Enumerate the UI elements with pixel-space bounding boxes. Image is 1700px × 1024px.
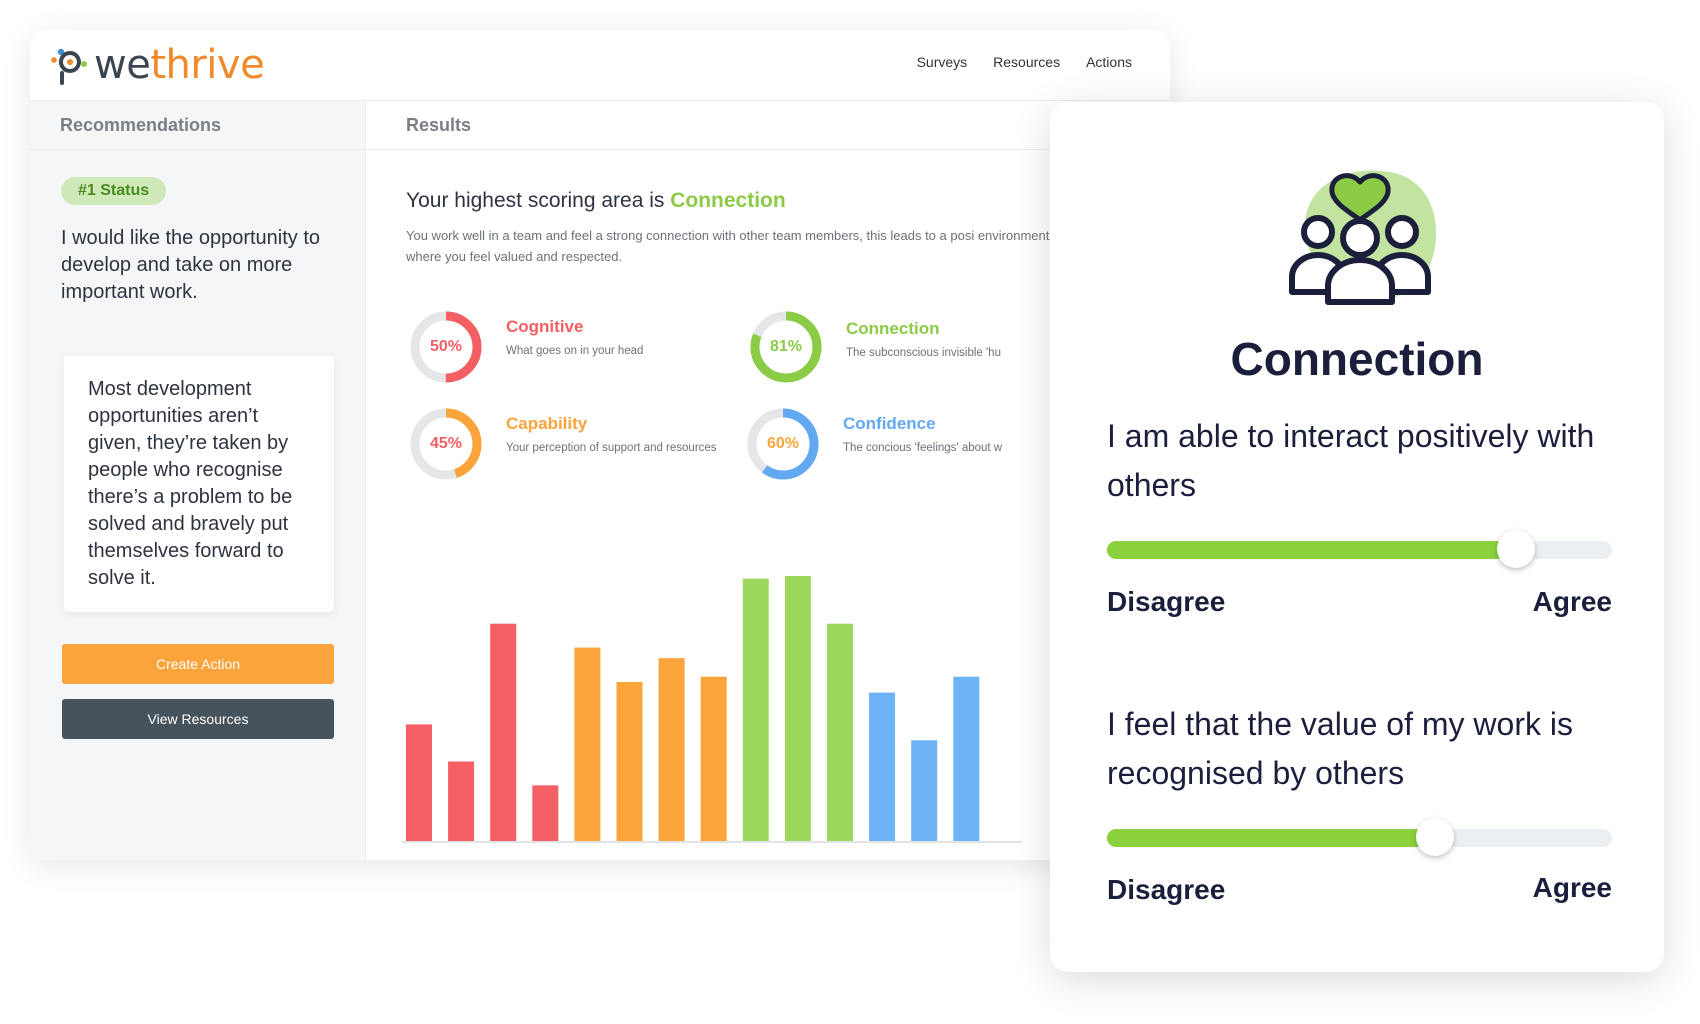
recommendations-panel: Recommendations #1 Status I would like t…	[30, 101, 366, 860]
question-1-disagree-label: Disagree	[1107, 586, 1226, 617]
status-text: I would like the opportunity to develop …	[61, 227, 321, 303]
capability-desc: Your perception of support and resources	[506, 442, 717, 454]
cognitive-percent: 50%	[429, 338, 463, 355]
bar-4	[532, 785, 559, 841]
question-1-slider[interactable]	[1107, 530, 1612, 570]
status-badge: #1 Status	[61, 177, 167, 205]
logo-mark-icon	[51, 48, 87, 85]
question-1-agree-label: Agree	[1532, 586, 1612, 617]
question-2-slider[interactable]	[1107, 818, 1612, 858]
bar-10	[784, 576, 811, 841]
bar-2	[448, 761, 475, 841]
capability-name: Capability	[506, 414, 588, 433]
top-nav: Surveys Resources Actions	[917, 54, 1132, 70]
nav-resources[interactable]: Resources	[993, 54, 1060, 70]
slider-fill	[1107, 829, 1436, 847]
cognitive-desc: What goes on in your head	[506, 345, 644, 357]
highest-scoring-description: You work well in a team and feel a stron…	[406, 228, 1050, 264]
top-bar: wethrive Surveys Resources Actions	[30, 30, 1170, 101]
slider-thumb[interactable]	[1416, 818, 1455, 856]
view-resources-button[interactable]: View Resources	[62, 699, 334, 739]
logo-wordmark: wethrive	[94, 42, 265, 88]
bar-8	[700, 676, 727, 841]
nav-surveys[interactable]: Surveys	[917, 54, 968, 70]
connection-percent: 81%	[769, 338, 803, 355]
team-heart-icon	[1289, 170, 1437, 305]
card-title: Connection	[1230, 333, 1484, 385]
bar-13	[911, 740, 938, 841]
bar-3	[490, 623, 517, 841]
question-2-text: I feel that the value of my work is reco…	[1107, 706, 1573, 791]
nav-actions[interactable]: Actions	[1086, 54, 1132, 70]
create-action-button[interactable]: Create Action	[62, 644, 334, 684]
bar-7	[658, 658, 685, 841]
bar-6	[616, 682, 643, 841]
question-1-text: I am able to interact positively with ot…	[1107, 418, 1595, 503]
wethrive-logo[interactable]: wethrive	[50, 42, 265, 88]
logo-text-thrive: thrive	[150, 42, 265, 88]
connection-question-card: Connection I am able to interact positiv…	[1050, 102, 1664, 972]
highest-prefix: Your highest scoring area is	[406, 189, 671, 212]
confidence-name: Confidence	[843, 414, 936, 433]
connection-name: Connection	[846, 319, 940, 338]
bar-14	[953, 676, 980, 841]
quote-text: Most development opportunities aren’t gi…	[88, 378, 293, 589]
connection-desc: The subconscious invisible 'hu	[846, 347, 1001, 359]
results-bar-chart	[402, 576, 1022, 843]
question-2-disagree-label: Disagree	[1107, 874, 1226, 905]
bar-1	[406, 724, 432, 841]
recommendations-header: Recommendations	[30, 101, 365, 150]
app-window: wethrive Surveys Resources Actions Recom…	[30, 30, 1170, 860]
bar-5	[574, 647, 601, 841]
bar-12	[869, 692, 896, 841]
bar-11	[827, 623, 853, 841]
question-2-agree-label: Agree	[1532, 872, 1612, 903]
highest-scoring-title: Your highest scoring area is Connection	[406, 189, 786, 213]
bar-9	[742, 578, 769, 841]
logo-text-we: we	[94, 42, 151, 88]
capability-percent: 45%	[429, 435, 463, 452]
confidence-desc: The concious 'feelings' about w	[843, 442, 1003, 454]
quote-card: Most development opportunities aren’t gi…	[64, 356, 334, 612]
slider-fill	[1107, 541, 1517, 559]
confidence-percent: 60%	[766, 435, 800, 452]
highest-area: Connection	[670, 189, 786, 212]
cognitive-name: Cognitive	[506, 317, 584, 336]
slider-thumb[interactable]	[1497, 530, 1536, 568]
